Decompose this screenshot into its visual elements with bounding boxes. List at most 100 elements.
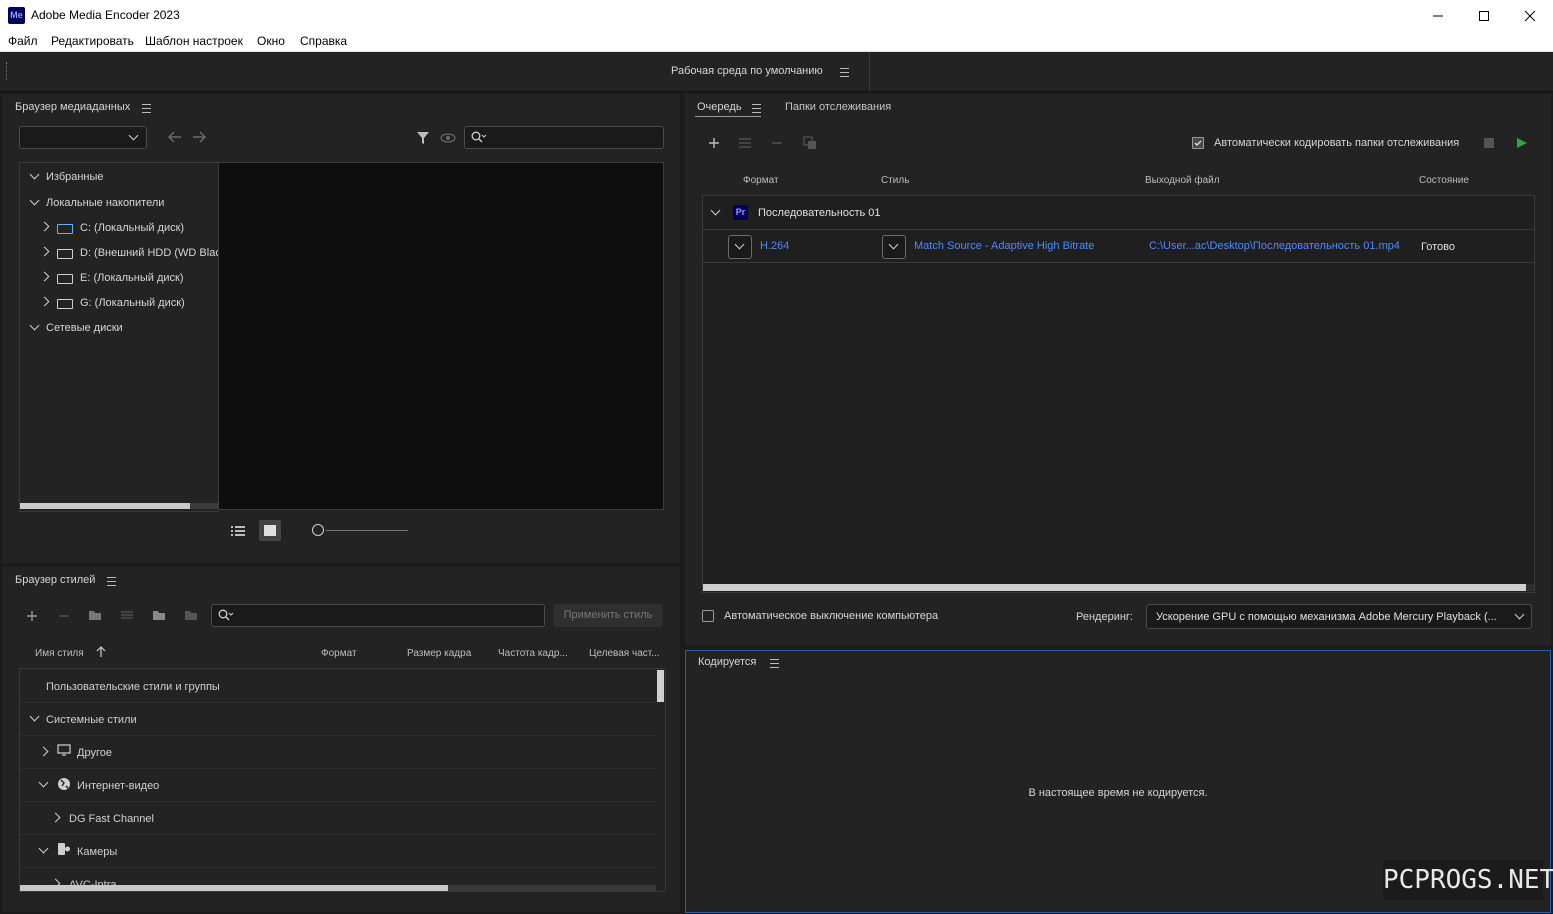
menu-file[interactable]: Файл bbox=[8, 34, 38, 48]
style-list-vscroll-thumb[interactable] bbox=[657, 670, 664, 702]
media-browser-title[interactable]: Браузер медиаданных bbox=[15, 101, 130, 113]
encoding-title[interactable]: Кодируется bbox=[698, 656, 756, 668]
style-row-dg-fast-channel[interactable]: DG Fast Channel bbox=[20, 801, 656, 835]
auto-encode-checkbox[interactable] bbox=[1192, 137, 1204, 149]
style-browser-menu-icon[interactable] bbox=[107, 577, 116, 586]
style-row-system[interactable]: Системные стили bbox=[20, 702, 656, 736]
menu-help[interactable]: Справка bbox=[300, 34, 347, 48]
col-style-name[interactable]: Имя стиля bbox=[35, 648, 84, 659]
tab-watch-folders[interactable]: Папки отслеживания bbox=[785, 101, 891, 113]
style-row-user[interactable]: Пользовательские стили и группы bbox=[20, 669, 656, 703]
location-dropdown[interactable] bbox=[19, 126, 147, 149]
tree-network-drives[interactable]: Сетевые диски bbox=[20, 316, 218, 340]
close-button[interactable] bbox=[1507, 0, 1553, 31]
tree-favorites[interactable]: Избранные bbox=[20, 165, 218, 189]
maximize-button[interactable] bbox=[1461, 0, 1507, 31]
format-link[interactable]: H.264 bbox=[760, 240, 789, 252]
eye-icon[interactable] bbox=[440, 133, 456, 143]
chevron-down-icon bbox=[29, 320, 40, 331]
menu-preset[interactable]: Шаблон настроек bbox=[145, 34, 243, 48]
filter-icon[interactable] bbox=[416, 131, 430, 145]
style-link[interactable]: Match Source - Adaptive High Bitrate bbox=[914, 240, 1094, 252]
col-style[interactable]: Стиль bbox=[881, 175, 909, 186]
media-search-input[interactable] bbox=[464, 126, 664, 149]
renderer-dropdown[interactable]: Ускорение GPU с помощью механизма Adobe … bbox=[1146, 604, 1532, 629]
queue-hscroll[interactable] bbox=[703, 584, 1534, 591]
apply-style-button[interactable]: Применить стиль bbox=[553, 604, 663, 627]
tree-drive-d[interactable]: D: (Внешний HDD (WD Black bbox=[20, 241, 218, 265]
tree-drive-label: G: (Локальный диск) bbox=[80, 297, 185, 309]
tree-scrollbar-thumb[interactable] bbox=[20, 503, 190, 509]
style-row-web-video[interactable]: Интернет-видео bbox=[20, 768, 656, 802]
style-dropdown-button[interactable] bbox=[882, 235, 906, 259]
zoom-slider-track[interactable] bbox=[326, 530, 408, 531]
import-style-icon[interactable] bbox=[152, 609, 166, 621]
minimize-icon bbox=[1433, 15, 1443, 16]
close-icon bbox=[1524, 10, 1536, 21]
zoom-slider-handle[interactable] bbox=[312, 524, 324, 536]
auto-encode-label[interactable]: Автоматически кодировать папки отслежива… bbox=[1214, 137, 1459, 149]
menu-window[interactable]: Окно bbox=[257, 34, 285, 48]
queue-hscroll-thumb[interactable] bbox=[703, 584, 1526, 591]
tab-queue[interactable]: Очередь bbox=[697, 101, 742, 113]
chevron-down-icon bbox=[888, 239, 899, 250]
col-target-rate[interactable]: Целевая част... bbox=[589, 648, 660, 659]
media-preview-area[interactable] bbox=[218, 162, 664, 510]
style-list-hscroll[interactable] bbox=[20, 885, 656, 891]
style-list-hscroll-thumb[interactable] bbox=[20, 885, 448, 891]
style-browser-title[interactable]: Браузер стилей bbox=[15, 574, 95, 586]
add-source-icon[interactable] bbox=[708, 137, 720, 149]
encoding-menu-icon[interactable] bbox=[770, 659, 779, 668]
tree-scrollbar[interactable] bbox=[20, 503, 219, 509]
back-arrow-icon[interactable] bbox=[168, 131, 182, 143]
export-style-icon[interactable] bbox=[184, 609, 198, 621]
style-row-label: Камеры bbox=[77, 846, 118, 858]
style-settings-icon[interactable] bbox=[120, 609, 134, 621]
tree-favorites-label: Избранные bbox=[46, 171, 104, 183]
start-queue-icon[interactable] bbox=[1516, 137, 1527, 149]
minimize-button[interactable] bbox=[1415, 0, 1461, 31]
col-frame-rate[interactable]: Частота кадр... bbox=[498, 648, 568, 659]
chevron-right-icon bbox=[39, 221, 50, 232]
style-row-other[interactable]: Другое bbox=[20, 735, 656, 769]
sort-ascending-icon[interactable] bbox=[96, 646, 106, 658]
queue-menu-icon[interactable] bbox=[752, 104, 761, 113]
workspace-label[interactable]: Рабочая среда по умолчанию bbox=[671, 65, 823, 77]
list-view-icon[interactable] bbox=[230, 524, 246, 538]
tree-drive-e[interactable]: E: (Локальный диск) bbox=[20, 266, 218, 290]
media-browser-menu-icon[interactable] bbox=[142, 104, 151, 113]
thumbnail-view-button[interactable] bbox=[259, 520, 281, 541]
queue-output-row[interactable]: H.264 Match Source - Adaptive High Bitra… bbox=[703, 229, 1534, 263]
forward-arrow-icon[interactable] bbox=[192, 131, 206, 143]
format-dropdown-button[interactable] bbox=[728, 235, 752, 259]
stop-icon[interactable] bbox=[1484, 138, 1494, 148]
auto-shutdown-checkbox[interactable] bbox=[702, 610, 714, 622]
col-status[interactable]: Состояние bbox=[1419, 175, 1469, 186]
style-search-input[interactable] bbox=[211, 604, 545, 627]
tree-local-drives[interactable]: Локальные накопители bbox=[20, 191, 218, 215]
drive-icon bbox=[57, 249, 73, 259]
style-browser-panel: Браузер стилей Применить стиль Имя стиля… bbox=[2, 567, 680, 912]
queue-settings-icon[interactable] bbox=[738, 136, 752, 150]
col-frame-size[interactable]: Размер кадра bbox=[407, 648, 471, 659]
col-format[interactable]: Формат bbox=[743, 175, 779, 186]
queue-sequence-row[interactable]: Pr Последовательность 01 bbox=[703, 196, 1534, 230]
tree-drive-c[interactable]: C: (Локальный диск) bbox=[20, 216, 218, 240]
style-list-vscroll[interactable] bbox=[656, 669, 665, 891]
col-output[interactable]: Выходной файл bbox=[1145, 175, 1220, 186]
output-file-link[interactable]: C:\User...ac\Desktop\Последовательность … bbox=[1149, 240, 1400, 252]
tree-network-label: Сетевые диски bbox=[46, 322, 123, 334]
style-row-label: Другое bbox=[77, 747, 112, 759]
col-format[interactable]: Формат bbox=[321, 648, 357, 659]
new-group-icon[interactable] bbox=[88, 609, 102, 621]
remove-style-icon[interactable] bbox=[58, 610, 70, 622]
remove-item-icon[interactable] bbox=[771, 137, 783, 149]
tree-drive-g[interactable]: G: (Локальный диск) bbox=[20, 291, 218, 315]
duplicate-item-icon[interactable] bbox=[803, 136, 817, 150]
menu-edit[interactable]: Редактировать bbox=[51, 34, 134, 48]
style-row-cameras[interactable]: Камеры bbox=[20, 834, 656, 868]
auto-shutdown-label[interactable]: Автоматическое выключение компьютера bbox=[724, 610, 938, 622]
drag-handle[interactable] bbox=[6, 62, 9, 80]
add-style-icon[interactable] bbox=[26, 610, 38, 622]
workspace-menu-icon[interactable] bbox=[840, 68, 849, 77]
